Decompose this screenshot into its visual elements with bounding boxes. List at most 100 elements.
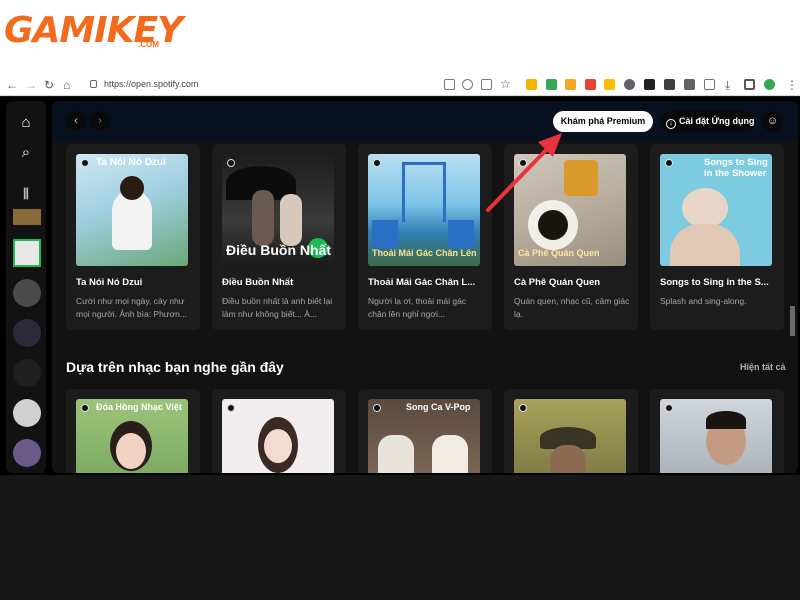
playlist-description: Cười như mọi ngày, cày như mọi người. Ản… bbox=[76, 296, 187, 319]
spotify-logo-icon bbox=[373, 404, 381, 412]
playlist-card[interactable]: Thoải Mái Gác Chân Lên Thoải Mái Gác Châ… bbox=[358, 144, 492, 330]
playlist-card[interactable]: Điều Buồn Nhất Điều Buồn Nhất Điều buồn … bbox=[212, 144, 346, 330]
playlist-name: Điều Buồn Nhất bbox=[222, 277, 294, 288]
download-icon[interactable]: ⤓ bbox=[725, 78, 730, 92]
download-circle-icon: ↓ bbox=[666, 119, 676, 129]
playlist-cover: Ta Nói Nó Dzui bbox=[76, 154, 188, 266]
install-app-icon[interactable] bbox=[444, 79, 455, 90]
extension-icon-6[interactable] bbox=[624, 79, 635, 90]
screenshot-frame: GAMIKEY .COM ← → ↻ ⌂ https://open.spotif… bbox=[0, 0, 800, 600]
puzzle-extensions-icon[interactable] bbox=[684, 79, 695, 90]
cover-figure bbox=[432, 435, 468, 473]
library-item-thumb[interactable] bbox=[13, 439, 41, 467]
playlist-description: Điều buồn nhất là anh biết lại làm như k… bbox=[222, 296, 333, 319]
cover-tea-glass bbox=[564, 160, 598, 196]
playlist-card[interactable]: Songs to Sing in the Shower Songs to Sin… bbox=[650, 144, 784, 330]
cover-window-frame bbox=[402, 162, 446, 222]
playlist-name: Thoải Mái Gác Chân L... bbox=[368, 277, 476, 288]
profile-avatar-icon[interactable] bbox=[764, 79, 775, 90]
cover-face bbox=[682, 188, 728, 228]
spotify-logo-icon bbox=[227, 159, 235, 167]
extension-icon-8[interactable] bbox=[664, 79, 675, 90]
cover-face bbox=[116, 433, 146, 469]
spotify-logo-icon bbox=[81, 159, 89, 167]
forward-icon[interactable]: → bbox=[25, 78, 37, 92]
extension-icon-3[interactable] bbox=[565, 79, 576, 90]
extension-icon-4[interactable] bbox=[585, 79, 596, 90]
section-title: Dựa trên nhạc bạn nghe gần đây bbox=[66, 359, 284, 375]
playlist-cover: Songs to Sing in the Shower bbox=[660, 154, 772, 266]
spotify-logo-icon bbox=[373, 159, 381, 167]
library-item-thumb[interactable] bbox=[13, 359, 41, 387]
playlist-card[interactable] bbox=[504, 389, 638, 473]
extension-icon-2[interactable] bbox=[546, 79, 557, 90]
extension-icon-7[interactable] bbox=[644, 79, 655, 90]
main-view: ‹ › Khám phá Premium ↓ Cài đặt Ứng dụng ☺… bbox=[52, 101, 798, 473]
main-scrollbar[interactable] bbox=[790, 306, 795, 336]
library-item-thumb[interactable] bbox=[13, 279, 41, 307]
go-forward-button[interactable]: › bbox=[90, 111, 110, 131]
bookmark-star-icon[interactable]: ☆ bbox=[500, 77, 511, 91]
cover-figure bbox=[120, 176, 144, 200]
playlist-cover: Cà Phê Quán Quen bbox=[514, 154, 626, 266]
playlist-name: Songs to Sing in the S... bbox=[660, 277, 769, 288]
media-control-icon[interactable] bbox=[704, 79, 715, 90]
library-item-thumb[interactable] bbox=[13, 239, 41, 267]
cover-face bbox=[550, 445, 586, 473]
cover-shoulders bbox=[670, 224, 740, 266]
spotify-logo-icon bbox=[227, 404, 235, 412]
left-sidebar: ⌂ ⌕ ⫼ bbox=[6, 101, 46, 473]
explore-premium-button[interactable]: Khám phá Premium bbox=[553, 111, 653, 132]
cover-chair bbox=[372, 220, 398, 248]
side-panel-icon[interactable] bbox=[744, 79, 755, 90]
playlist-card[interactable]: Cà Phê Quán Quen Cà Phê Quán Quen Quán q… bbox=[504, 144, 638, 330]
playlist-card[interactable]: Song Ca V-Pop bbox=[358, 389, 492, 473]
cover-hair bbox=[706, 411, 746, 429]
library-icon[interactable]: ⫼ bbox=[18, 186, 34, 202]
cover-chair bbox=[448, 220, 474, 248]
spotify-app: ⌂ ⌕ ⫼ ‹ › Khám phá Premium ↓ Cài đặt Ứng … bbox=[0, 97, 800, 475]
install-app-button[interactable]: ↓ Cài đặt Ứng dụng bbox=[660, 111, 755, 132]
extension-icon-5[interactable] bbox=[604, 79, 615, 90]
watermark-banner: GAMIKEY .COM bbox=[0, 0, 800, 74]
lock-icon[interactable] bbox=[90, 80, 97, 88]
back-icon[interactable]: ← bbox=[6, 78, 18, 92]
search-icon[interactable]: ⌕ bbox=[18, 145, 34, 161]
spotify-logo-icon bbox=[519, 159, 527, 167]
playlist-card[interactable]: Ta Nói Nó Dzui Ta Nói Nó Dzui Cười như m… bbox=[66, 144, 200, 330]
library-item-thumb[interactable] bbox=[13, 209, 41, 225]
playlist-cover bbox=[222, 399, 334, 473]
spotify-logo-icon bbox=[665, 404, 673, 412]
playlist-card[interactable] bbox=[650, 389, 784, 473]
spotify-logo-icon bbox=[665, 159, 673, 167]
show-all-link[interactable]: Hiện tất cả bbox=[740, 362, 786, 372]
top-bar: ‹ › Khám phá Premium ↓ Cài đặt Ứng dụng ☺ bbox=[52, 101, 798, 141]
library-item-thumb[interactable] bbox=[13, 399, 41, 427]
browser-menu-icon[interactable]: ⋮ bbox=[786, 78, 798, 92]
go-back-button[interactable]: ‹ bbox=[66, 111, 86, 131]
playlist-cover: Đóa Hồng Nhạc Việt bbox=[76, 399, 188, 473]
cover-figure bbox=[378, 435, 414, 473]
playlist-cover bbox=[514, 399, 626, 473]
playlist-name: Cà Phê Quán Quen bbox=[514, 277, 601, 288]
cover-figure bbox=[280, 194, 302, 246]
home-icon[interactable]: ⌂ bbox=[63, 78, 70, 92]
playlist-description: Splash and sing-along. bbox=[660, 296, 747, 306]
reload-icon[interactable]: ↻ bbox=[44, 78, 54, 92]
spotify-logo-icon bbox=[81, 404, 89, 412]
extension-icon-1[interactable] bbox=[526, 79, 537, 90]
playlist-description: Quán quen, nhạc cũ, cảm giác lạ. bbox=[514, 296, 630, 319]
browser-toolbar: ← → ↻ ⌂ https://open.spotify.com ☆ ⤓ ⋮ bbox=[0, 74, 800, 96]
library-item-thumb[interactable] bbox=[13, 319, 41, 347]
playlist-cover: Song Ca V-Pop bbox=[368, 399, 480, 473]
spotify-logo-icon bbox=[519, 404, 527, 412]
playlist-card[interactable]: Đóa Hồng Nhạc Việt bbox=[66, 389, 200, 473]
address-bar[interactable]: https://open.spotify.com bbox=[104, 79, 198, 89]
cover-figure bbox=[252, 190, 274, 246]
google-lens-icon[interactable] bbox=[462, 79, 473, 90]
share-icon[interactable] bbox=[481, 79, 492, 90]
home-icon[interactable]: ⌂ bbox=[18, 115, 34, 131]
playlist-description: Người lạ ơi, thoải mái gác chân lên nghỉ… bbox=[368, 296, 467, 319]
playlist-card[interactable] bbox=[212, 389, 346, 473]
user-profile-button[interactable]: ☺ bbox=[762, 111, 783, 132]
